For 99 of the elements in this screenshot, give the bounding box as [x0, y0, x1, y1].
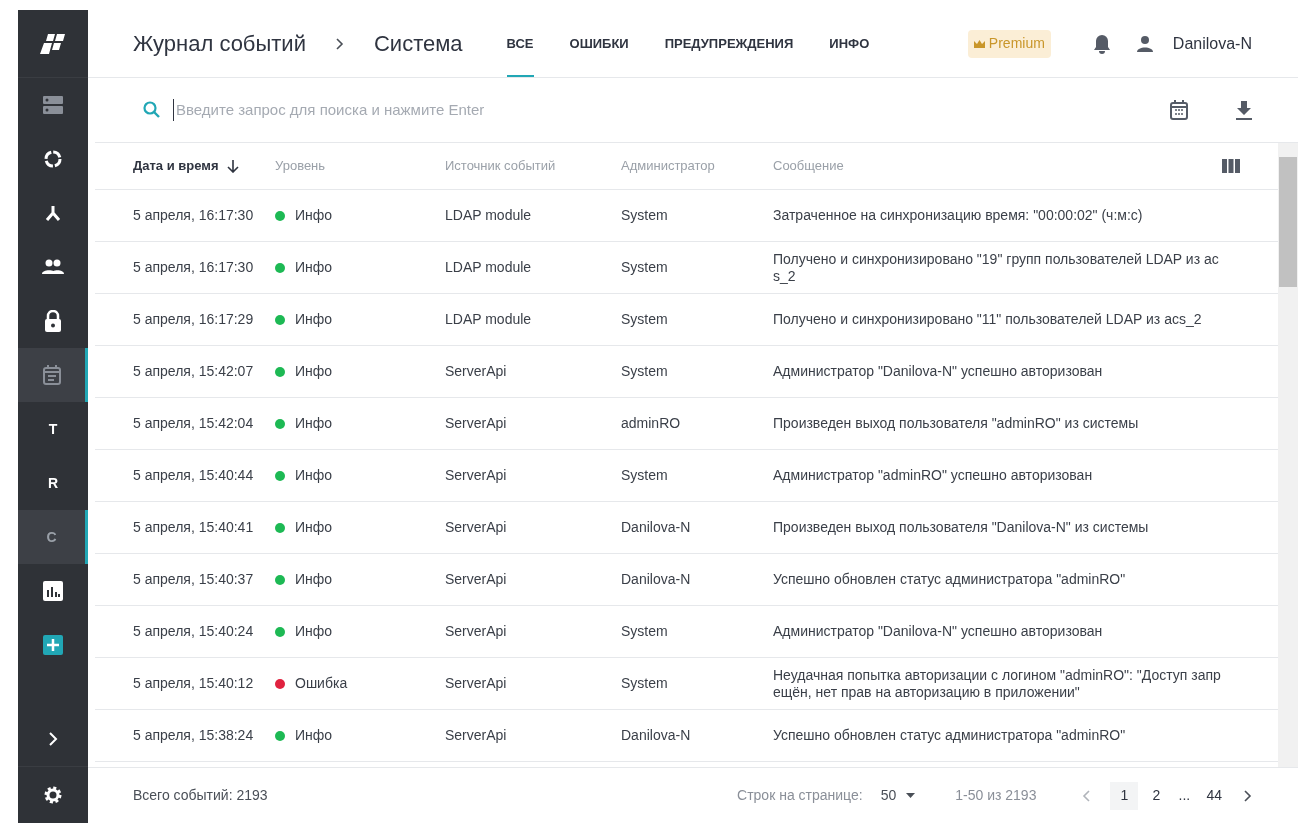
sidebar-item[interactable]: C [18, 510, 88, 564]
table-cell-text: Успешно обновлен статус администратора "adminRO" [773, 571, 1127, 588]
table-cell-text: Затраченное на синхронизацию время: "00:00:02" (ч:м:с) [773, 207, 1144, 224]
user-icon [1136, 35, 1153, 52]
table-cell-text: Инфо [295, 570, 333, 589]
column-header[interactable]: Дата и время [133, 156, 219, 176]
table-cell: 5 апреля, 15:40:24 [133, 623, 254, 639]
chevron-right-icon [48, 731, 58, 746]
chevron-right-icon [335, 37, 344, 50]
search-field[interactable]: Введите запрос для поиска и нажмите Enter [173, 98, 1158, 122]
tab[interactable]: ВСЕ [506, 10, 534, 77]
breadcrumb-item: Система [373, 30, 463, 58]
crown-icon [973, 39, 985, 48]
table-cell: ServerApi [445, 727, 507, 743]
table-cell: System [621, 207, 668, 223]
table-cell-text: Инфо [295, 258, 333, 277]
table-cell: ServerApi [445, 467, 507, 483]
table-cell: ServerApi [445, 623, 507, 639]
table-cell: System [621, 363, 668, 379]
badge-label: Premium [988, 34, 1045, 53]
chevron-right-icon[interactable] [1244, 789, 1252, 802]
table-cell-text: Инфо [295, 310, 333, 329]
ring-icon [43, 149, 63, 169]
tab[interactable]: ИНФО [829, 10, 870, 77]
table-cell: 5 апреля, 15:40:37 [133, 571, 254, 587]
user-name[interactable]: Danilova-N [1172, 31, 1252, 56]
table-cell: ServerApi [445, 415, 507, 431]
settings-icon [43, 785, 63, 805]
table-cell: 5 апреля, 15:40:41 [133, 519, 254, 535]
table-cell-text: Неудачная попытка авторизации с логином "adminRO": "Доступ запр ещён, нет прав на авторизацию в приложении" [773, 666, 1222, 701]
network-icon [43, 203, 63, 223]
table-cell: LDAP module [445, 311, 532, 327]
table-cell: System [621, 675, 668, 691]
page-button[interactable]: ... [1174, 781, 1195, 810]
table-cell-text: Получено и синхронизировано "19" групп пользователей LDAP из ac s_2 [773, 250, 1220, 285]
table-cell-text: Получено и синхронизировано "11" пользователей LDAP из acs_2 [773, 311, 1203, 328]
table-cell: LDAP module [445, 207, 532, 223]
total-count: Всего событий: 2193 [133, 786, 268, 805]
table-cell: Danilova-N [621, 727, 691, 743]
table-cell: System [621, 311, 668, 327]
table-cell-text: Инфо [295, 622, 333, 641]
page-button[interactable]: 1 [1110, 781, 1139, 810]
sidebar-item[interactable]: R [18, 456, 88, 510]
table-cell-text: Инфо [295, 726, 333, 745]
table-cell: System [621, 623, 668, 639]
bell-icon[interactable] [1092, 33, 1111, 54]
range-text: 1-50 из 2193 [955, 786, 1037, 805]
users-icon [42, 259, 64, 275]
sidebar-item[interactable]: T [18, 402, 88, 456]
table-cell-text: Произведен выход пользователя "Danilova-N" из системы [773, 519, 1150, 536]
calendar-icon[interactable] [1170, 100, 1188, 120]
table-cell: adminRO [621, 415, 681, 431]
table-cell-text: Администратор "Danilova-N" успешно авторизован [773, 363, 1104, 380]
scrollbar[interactable] [1278, 143, 1298, 767]
search-icon [143, 101, 161, 119]
table-cell-text: Произведен выход пользователя "adminRO" из системы [773, 415, 1140, 432]
table-cell-text: Успешно обновлен статус администратора "adminRO" [773, 727, 1127, 744]
table-cell: 5 апреля, 15:42:04 [133, 415, 254, 431]
rows-per-page-select[interactable]: 50 [880, 785, 916, 806]
table-cell: ServerApi [445, 571, 507, 587]
table-cell-text: Администратор "Danilova-N" успешно авторизован [773, 623, 1104, 640]
table-cell-text: Инфо [295, 414, 333, 433]
table-cell-text: Инфо [295, 206, 333, 225]
tab[interactable]: ОШИБКИ [569, 10, 629, 77]
logo-icon [40, 33, 66, 54]
table-cell-text: Ошибка [295, 674, 348, 693]
table-cell: ServerApi [445, 363, 507, 379]
table-cell: ServerApi [445, 675, 507, 691]
table-cell: LDAP module [445, 259, 532, 275]
table-cell-text: Инфо [295, 362, 333, 381]
download-icon[interactable] [1236, 100, 1252, 120]
tab[interactable]: ПРЕДУПРЕЖДЕНИЯ [664, 10, 794, 77]
breadcrumb-item[interactable]: Журнал событий [133, 27, 306, 60]
table-cell: 5 апреля, 15:42:07 [133, 363, 254, 379]
table-cell-text: Администратор "adminRO" успешно авторизован [773, 467, 1094, 484]
bar-chart-icon [43, 581, 63, 601]
table-cell: Danilova-N [621, 571, 691, 587]
plus-icon [43, 635, 63, 655]
table-cell-text: Инфо [295, 518, 333, 537]
table-cell-text: Инфо [295, 466, 333, 485]
table-cell: System [621, 259, 668, 275]
calendar-icon [42, 365, 61, 385]
arrow-down-icon [226, 159, 239, 173]
table-cell: 5 апреля, 15:38:24 [133, 727, 254, 743]
table-cell: ServerApi [445, 519, 507, 535]
table-cell: System [621, 467, 668, 483]
table-cell: 5 апреля, 15:40:12 [133, 675, 254, 691]
server-icon [43, 96, 63, 114]
lock-icon [44, 310, 62, 332]
table-cell: 5 апреля, 16:17:30 [133, 207, 254, 223]
columns-icon[interactable] [1222, 159, 1240, 173]
table-cell: Danilova-N [621, 519, 691, 535]
table-cell: 5 апреля, 15:40:44 [133, 467, 254, 483]
page-button[interactable]: 2 [1146, 781, 1167, 810]
table-cell: 5 апреля, 16:17:30 [133, 259, 254, 275]
table-cell: 5 апреля, 16:17:29 [133, 311, 254, 327]
rows-per-page-label: Строк на странице: [737, 786, 863, 805]
caret-icon [906, 793, 916, 798]
page-button[interactable]: 44 [1202, 781, 1226, 810]
